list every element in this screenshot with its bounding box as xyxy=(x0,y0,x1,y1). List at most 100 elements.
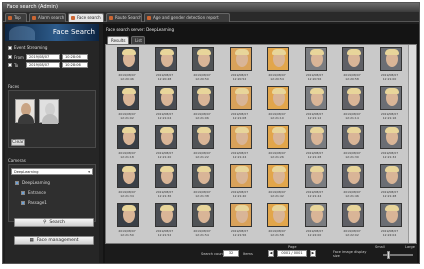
search-button[interactable]: ⚲ Search xyxy=(14,218,94,227)
face-thumbnail[interactable]: 2019/08/07 12:21:56 xyxy=(222,203,258,240)
face-thumbnail-image xyxy=(117,86,139,110)
clear-button[interactable]: Clear xyxy=(11,139,25,146)
tab-results[interactable]: Results xyxy=(107,36,129,44)
face-thumbnail-image xyxy=(379,164,402,188)
tree-item-passage1[interactable]: Passage1 xyxy=(21,200,47,205)
face-thumbnail-image xyxy=(267,203,289,227)
face-query-placeholder[interactable] xyxy=(39,99,59,124)
face-thumbnail[interactable]: 2019/08/07 12:21:52 xyxy=(147,203,183,240)
face-thumbnail[interactable]: 2019/08/07 12:21:42 xyxy=(259,164,295,201)
face-thumbnail[interactable]: 2019/08/07 12:21:50 xyxy=(109,203,145,240)
size-slider-thumb[interactable] xyxy=(387,251,390,259)
from-checkbox[interactable] xyxy=(8,55,12,59)
tree-checkbox-passage1[interactable] xyxy=(21,200,25,205)
face-thumbnail[interactable]: 2019/08/07 12:21:06 xyxy=(184,86,220,123)
face-thumbnail-image xyxy=(342,203,364,227)
to-checkbox[interactable] xyxy=(8,63,12,67)
face-thumbnail-image xyxy=(304,164,327,188)
page-field[interactable]: 0001 / 0001 xyxy=(277,250,307,257)
face-thumbnail[interactable]: 2019/08/07 12:21:00 xyxy=(372,47,408,84)
face-thumbnail[interactable]: 2019/08/07 12:21:40 xyxy=(222,164,258,201)
from-date-field[interactable]: 2019/08/07 xyxy=(26,54,60,60)
face-thumbnail-caption: 2019/08/07 12:20:58 xyxy=(334,73,370,81)
faces-label: Faces xyxy=(8,84,20,89)
cameras-section: DeepLearning ▾ DeepLearning Entrance Pas… xyxy=(8,164,96,222)
face-thumbnail[interactable]: 2019/08/07 12:21:02 xyxy=(109,86,145,123)
face-thumbnail[interactable]: 2019/08/07 12:21:36 xyxy=(147,164,183,201)
thumbnail-time: 12:21:32 xyxy=(382,155,397,159)
page-next-button[interactable]: ▶ xyxy=(310,250,316,257)
face-management-icon: ▦ xyxy=(29,238,34,243)
tree-checkbox-deeplearning[interactable] xyxy=(15,180,19,185)
cameras-label: Cameras xyxy=(8,158,26,163)
face-thumbnail-caption: 2019/08/07 12:21:20 xyxy=(147,151,183,159)
tab-face-search[interactable]: Face search xyxy=(68,13,104,22)
face-thumbnail-image xyxy=(117,203,139,227)
face-search-banner: Face Search xyxy=(5,24,99,41)
search-count-label: Search count xyxy=(201,252,225,256)
face-hair xyxy=(234,205,249,211)
face-thumbnail[interactable]: 2019/08/07 12:21:18 xyxy=(109,125,145,162)
face-thumbnail-caption: 2019/08/07 12:20:48 xyxy=(147,73,183,81)
face-thumbnail[interactable]: 2019/08/07 12:22:04 xyxy=(372,203,408,240)
tree-item-entrance[interactable]: Entrance xyxy=(21,190,46,195)
face-thumbnail[interactable]: 2019/08/07 12:20:56 xyxy=(297,47,333,84)
face-thumbnail[interactable]: 2019/08/07 12:21:20 xyxy=(147,125,183,162)
camera-select[interactable]: DeepLearning ▾ xyxy=(11,168,93,175)
face-thumbnail-caption: 2019/08/07 12:20:52 xyxy=(222,73,258,81)
tree-item-deeplearning[interactable]: DeepLearning xyxy=(15,180,50,185)
face-thumbnail[interactable]: 2019/08/07 12:21:26 xyxy=(259,125,295,162)
face-management-button[interactable]: ▦ Face management xyxy=(14,236,94,245)
face-thumbnail[interactable]: 2019/08/07 12:21:24 xyxy=(222,125,258,162)
face-thumbnail[interactable]: 2019/08/07 12:22:00 xyxy=(297,203,333,240)
page-prev-button[interactable]: ◀ xyxy=(268,250,274,257)
face-thumbnail[interactable]: 2019/08/07 12:21:14 xyxy=(334,86,370,123)
tab-age-gender-report[interactable]: Age and gender detection report xyxy=(144,13,230,22)
face-thumbnail[interactable]: 2019/08/07 12:21:16 xyxy=(372,86,408,123)
face-thumbnail[interactable]: 2019/08/07 12:21:22 xyxy=(184,125,220,162)
face-thumbnail[interactable]: 2019/08/07 12:21:48 xyxy=(372,164,408,201)
face-thumbnail[interactable]: 2019/08/07 12:21:44 xyxy=(297,164,333,201)
to-time-field[interactable]: 10:28:06 xyxy=(62,62,88,68)
display-size-label: Face image display size xyxy=(333,250,367,258)
face-hair xyxy=(272,49,286,55)
face-thumbnail-caption: 2019/08/07 12:21:44 xyxy=(297,190,333,198)
tab-list[interactable]: List xyxy=(131,36,145,44)
face-thumbnail[interactable]: 2019/08/07 12:20:54 xyxy=(259,47,295,84)
face-thumbnail[interactable]: 2019/08/07 12:20:52 xyxy=(222,47,258,84)
thumbnail-grid: 2019/08/07 12:20:46 2019/08/07 12:20:48 2019… xyxy=(105,44,417,244)
tab-top[interactable]: Top xyxy=(5,13,27,22)
tree-checkbox-entrance[interactable] xyxy=(21,190,25,195)
tab-alarm-search[interactable]: Alarm search xyxy=(29,13,66,22)
face-thumbnail-caption: 2019/08/07 12:21:10 xyxy=(259,112,295,120)
to-date-field[interactable]: 2019/08/07 xyxy=(26,62,60,68)
face-thumbnail-caption: 2019/08/07 12:21:36 xyxy=(147,190,183,198)
face-thumbnail[interactable]: 2019/08/07 12:21:10 xyxy=(259,86,295,123)
event-streaming-checkbox[interactable] xyxy=(8,45,12,50)
face-thumbnail[interactable]: 2019/08/07 12:21:54 xyxy=(184,203,220,240)
from-time-field[interactable]: 10:28:06 xyxy=(62,54,88,60)
face-thumbnail[interactable]: 2019/08/07 12:21:30 xyxy=(334,125,370,162)
face-thumbnail[interactable]: 2019/08/07 12:21:58 xyxy=(259,203,295,240)
face-thumbnail-image xyxy=(342,86,364,110)
face-thumbnail[interactable]: 2019/08/07 12:20:46 xyxy=(109,47,145,84)
tab-route-search[interactable]: Route Search xyxy=(106,13,142,22)
grid-scrollbar[interactable] xyxy=(408,45,416,243)
face-thumbnail[interactable]: 2019/08/07 12:21:38 xyxy=(184,164,220,201)
face-thumbnail[interactable]: 2019/08/07 12:20:50 xyxy=(184,47,220,84)
face-thumbnail[interactable]: 2019/08/07 12:21:12 xyxy=(297,86,333,123)
face-thumbnail[interactable]: 2019/08/07 12:20:48 xyxy=(147,47,183,84)
face-thumbnail[interactable]: 2019/08/07 12:21:34 xyxy=(109,164,145,201)
face-thumbnail[interactable]: 2019/08/07 12:21:08 xyxy=(222,86,258,123)
face-thumbnail[interactable]: 2019/08/07 12:21:46 xyxy=(334,164,370,201)
face-thumbnail[interactable]: 2019/08/07 12:21:04 xyxy=(147,86,183,123)
face-thumbnail[interactable]: 2019/08/07 12:21:32 xyxy=(372,125,408,162)
face-hair xyxy=(159,88,174,94)
server-header: Face search server: DeepLearning xyxy=(106,27,174,32)
face-thumbnail[interactable]: 2019/08/07 12:21:28 xyxy=(297,125,333,162)
face-thumbnail[interactable]: 2019/08/07 12:20:58 xyxy=(334,47,370,84)
face-thumbnail-image xyxy=(342,125,364,149)
face-thumbnail-caption: 2019/08/07 12:21:46 xyxy=(334,190,370,198)
face-query-photo[interactable] xyxy=(15,99,35,124)
face-thumbnail[interactable]: 2019/08/07 12:22:02 xyxy=(334,203,370,240)
